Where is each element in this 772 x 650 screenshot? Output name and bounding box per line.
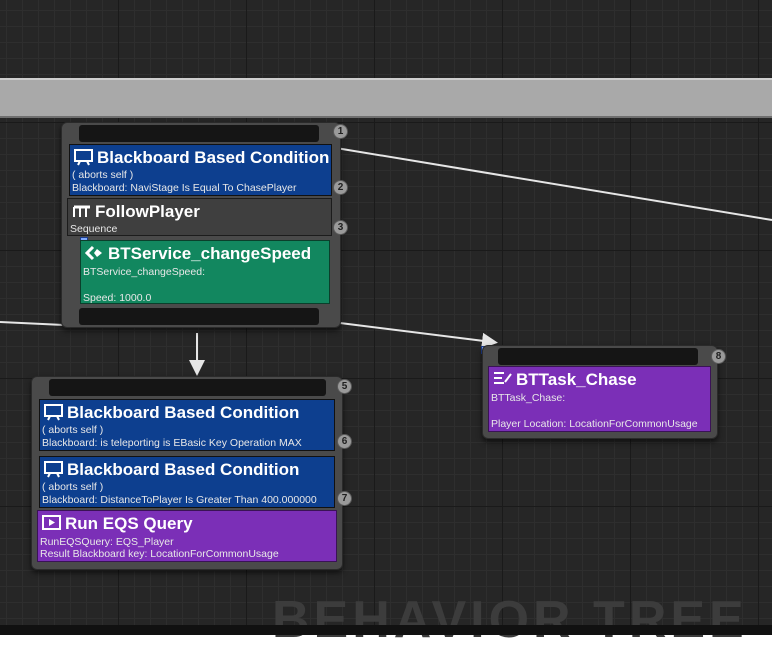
execution-index-badge: 1: [333, 124, 348, 139]
task-title: Run EQS Query: [65, 514, 193, 533]
service-name: BTService_changeSpeed:: [83, 266, 205, 278]
wire-right-in: [324, 140, 772, 221]
task-name: BTTask_Chase:: [491, 392, 566, 404]
decorator-detail: Blackboard: NaviStage Is Equal To ChaseP…: [72, 182, 297, 194]
task-list-icon: [493, 370, 513, 388]
decorator-title: Blackboard Based Condition: [67, 403, 300, 422]
eqs-task-block[interactable]: Run EQS Query RunEQSQuery: EQS_Player Re…: [37, 510, 337, 562]
decorator-block[interactable]: Blackboard Based Condition ( aborts self…: [39, 399, 335, 451]
eqs-result-key: Result Blackboard key: LocationForCommon…: [40, 548, 279, 560]
decorator-title: Blackboard Based Condition: [67, 460, 300, 479]
service-title: BTService_changeSpeed: [108, 244, 312, 263]
service-speed: Speed: 1000.0: [83, 292, 152, 304]
task-block[interactable]: BTTask_Chase BTTask_Chase: Player Locati…: [488, 366, 711, 432]
output-pin[interactable]: [79, 308, 319, 325]
eqs-play-icon: [42, 514, 62, 532]
decorator-index-badge: 7: [337, 491, 352, 506]
wire-to-chase: [339, 322, 498, 349]
composite-type: Sequence: [70, 223, 118, 235]
decorator-abort: ( aborts self ): [42, 481, 104, 493]
run-eqs-node[interactable]: 5 Blackboard Based Condition ( aborts se…: [31, 376, 352, 570]
decorator-title: Blackboard Based Condition: [97, 148, 330, 167]
decorator-index-badge: 2: [333, 180, 348, 195]
decorator-detail: Blackboard: DistanceToPlayer Is Greater …: [42, 494, 317, 506]
decorator-block[interactable]: Blackboard Based Condition ( aborts self…: [69, 144, 332, 196]
decorator-block[interactable]: Blackboard Based Condition ( aborts self…: [39, 456, 335, 508]
decorator-detail: Blackboard: is teleporting is EBasic Key…: [42, 437, 302, 449]
decorator-abort: ( aborts self ): [72, 169, 134, 181]
service-arrows-icon: [85, 244, 105, 262]
sequence-node[interactable]: 1 Blackboard Based Condition ( aborts se…: [61, 122, 348, 328]
composite-title: FollowPlayer: [95, 202, 200, 221]
service-block[interactable]: BTService_changeSpeed BTService_changeSp…: [80, 240, 330, 304]
task-title: BTTask_Chase: [516, 370, 637, 389]
input-pin[interactable]: [79, 125, 319, 142]
chase-task-node[interactable]: 8 BTTask_Chase BTTask_Chase: Player Loca…: [482, 345, 726, 439]
execution-index-badge: 8: [711, 349, 726, 364]
monitor-icon: [74, 148, 94, 166]
sequence-icon: [72, 202, 92, 220]
input-pin[interactable]: [498, 348, 698, 365]
eqs-query-name: RunEQSQuery: EQS_Player: [40, 536, 174, 548]
task-player-location: Player Location: LocationForCommonUsage: [491, 418, 698, 430]
composite-block[interactable]: FollowPlayer Sequence: [67, 198, 332, 236]
monitor-icon: [44, 460, 64, 478]
composite-index-badge: 3: [333, 220, 348, 235]
monitor-icon: [44, 403, 64, 421]
wire-left-in: [0, 321, 65, 326]
decorator-index-badge: 6: [337, 434, 352, 449]
execution-index-badge: 5: [337, 379, 352, 394]
input-pin[interactable]: [49, 379, 326, 396]
decorator-abort: ( aborts self ): [42, 424, 104, 436]
